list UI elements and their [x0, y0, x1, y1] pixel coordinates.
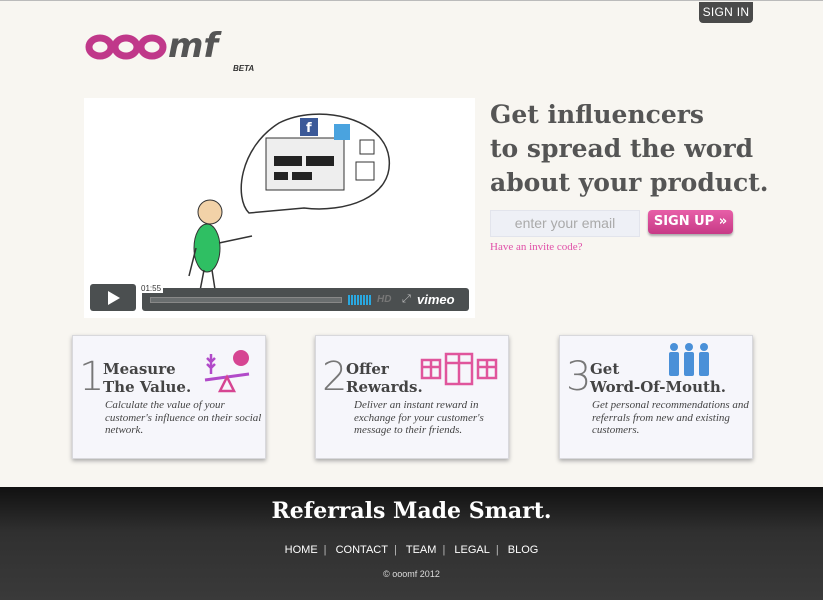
- vimeo-logo[interactable]: vimeo: [417, 292, 455, 307]
- footer-link-blog[interactable]: BLOG: [502, 544, 545, 556]
- footer-link-legal[interactable]: LEGAL: [448, 544, 495, 556]
- feature-number: 3: [566, 354, 592, 400]
- gifts-icon: [420, 352, 498, 386]
- feature-card-rewards: 2 Offer Rewards. Deliver an instant rewar…: [315, 335, 509, 459]
- sign-in-button[interactable]: SIGN IN: [699, 2, 753, 23]
- footer-tagline: Referrals Made Smart.: [271, 498, 552, 524]
- copyright: © ooomf 2012: [383, 569, 440, 579]
- people-icon: [669, 343, 709, 376]
- play-button[interactable]: [90, 284, 136, 311]
- feature-description: Calculate the value of your customer's i…: [105, 399, 262, 436]
- ooomf-logo[interactable]: mf: [84, 13, 256, 77]
- feature-number: 1: [79, 354, 105, 400]
- feature-description: Deliver an instant reward in exchange fo…: [354, 399, 484, 436]
- sign-up-button[interactable]: SIGN UP »: [648, 210, 733, 234]
- email-input[interactable]: enter your email: [490, 210, 640, 237]
- feature-description: Get personal recommendations and referra…: [592, 399, 749, 436]
- volume-icon[interactable]: [348, 295, 372, 305]
- footer-link-team[interactable]: TEAM: [400, 544, 443, 556]
- feature-title: Measure The Value.: [103, 360, 192, 396]
- invite-code-link[interactable]: Have an invite code?: [490, 241, 583, 253]
- svg-text:mf: mf: [168, 26, 222, 66]
- video-seek-bar[interactable]: [150, 297, 342, 303]
- beta-label: BETA: [233, 64, 255, 73]
- hero-headline: Get influencers to spread the word about…: [490, 98, 820, 200]
- headline-line: about your product.: [490, 168, 769, 197]
- headline-line: Get influencers: [490, 100, 704, 129]
- headline-line: to spread the word: [490, 134, 754, 163]
- feature-card-measure: 1 Measure The Value. Calculate the value …: [72, 335, 266, 459]
- svg-text:f: f: [306, 121, 312, 136]
- hd-toggle[interactable]: HD: [377, 294, 391, 305]
- scale-icon: [204, 350, 250, 393]
- footer-link-contact[interactable]: CONTACT: [330, 544, 394, 556]
- footer-nav: HOME | CONTACT | TEAM | LEGAL | BLOG: [0, 544, 823, 556]
- fullscreen-icon[interactable]: ⤢: [402, 293, 411, 306]
- feature-number: 2: [322, 354, 348, 400]
- video-timecode: 01:55: [139, 284, 164, 293]
- footer-link-home[interactable]: HOME: [279, 544, 324, 556]
- feature-title: Offer Rewards.: [346, 360, 423, 396]
- feature-card-word-of-mouth: 3 Get Word-Of-Mouth. Get personal recomme…: [559, 335, 753, 459]
